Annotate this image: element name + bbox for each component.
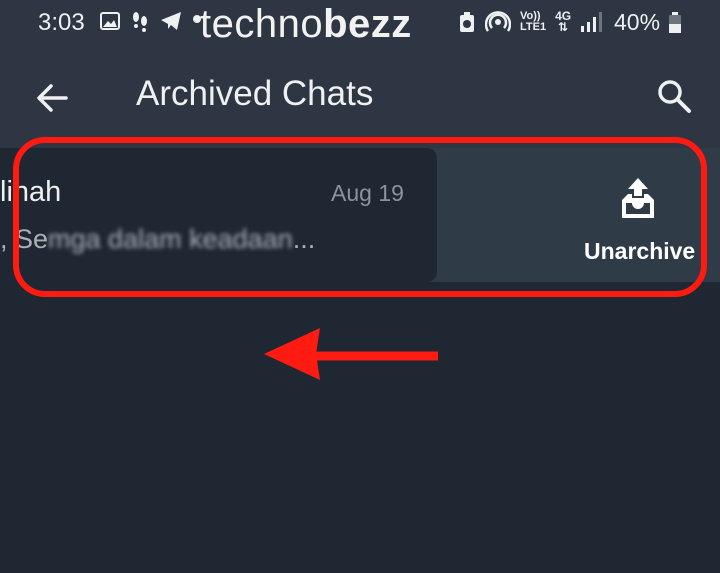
- app-bar: Archived Chats: [0, 44, 720, 148]
- volte-label-bottom: LTE1: [520, 21, 547, 33]
- data-arrows: ⇅: [558, 20, 569, 34]
- back-button[interactable]: [32, 78, 72, 118]
- left-arrow-icon: [264, 328, 438, 380]
- status-time: 3:03: [38, 9, 85, 36]
- battery-icon: [669, 12, 681, 33]
- recycle-icon: [460, 12, 474, 32]
- 4g-data-icon: 4G ⇅: [555, 10, 571, 34]
- page-title: Archived Chats: [136, 74, 374, 113]
- system-icons: Vo)) LTE1 4G ⇅: [458, 10, 603, 34]
- watermark-bold: bezz: [323, 2, 412, 46]
- notification-icons: [100, 10, 202, 32]
- search-button[interactable]: [654, 76, 694, 116]
- telegram-icon: [161, 12, 181, 30]
- battery-percent: 40%: [614, 9, 661, 35]
- search-icon: [658, 80, 691, 113]
- volte-icon: Vo)) LTE1: [520, 11, 546, 33]
- highlight-frame: [13, 137, 707, 297]
- back-arrow-icon: [37, 84, 68, 112]
- hotspot-icon: [485, 11, 511, 32]
- footsteps-icon: [133, 12, 147, 32]
- signal-icon: [581, 12, 603, 32]
- image-icon: [100, 12, 120, 30]
- watermark-light: techno: [200, 2, 324, 46]
- watermark: technobezz: [200, 2, 412, 47]
- status-bar: 3:03 technobezz Vo)) LTE1 4G ⇅ 40%: [0, 0, 720, 47]
